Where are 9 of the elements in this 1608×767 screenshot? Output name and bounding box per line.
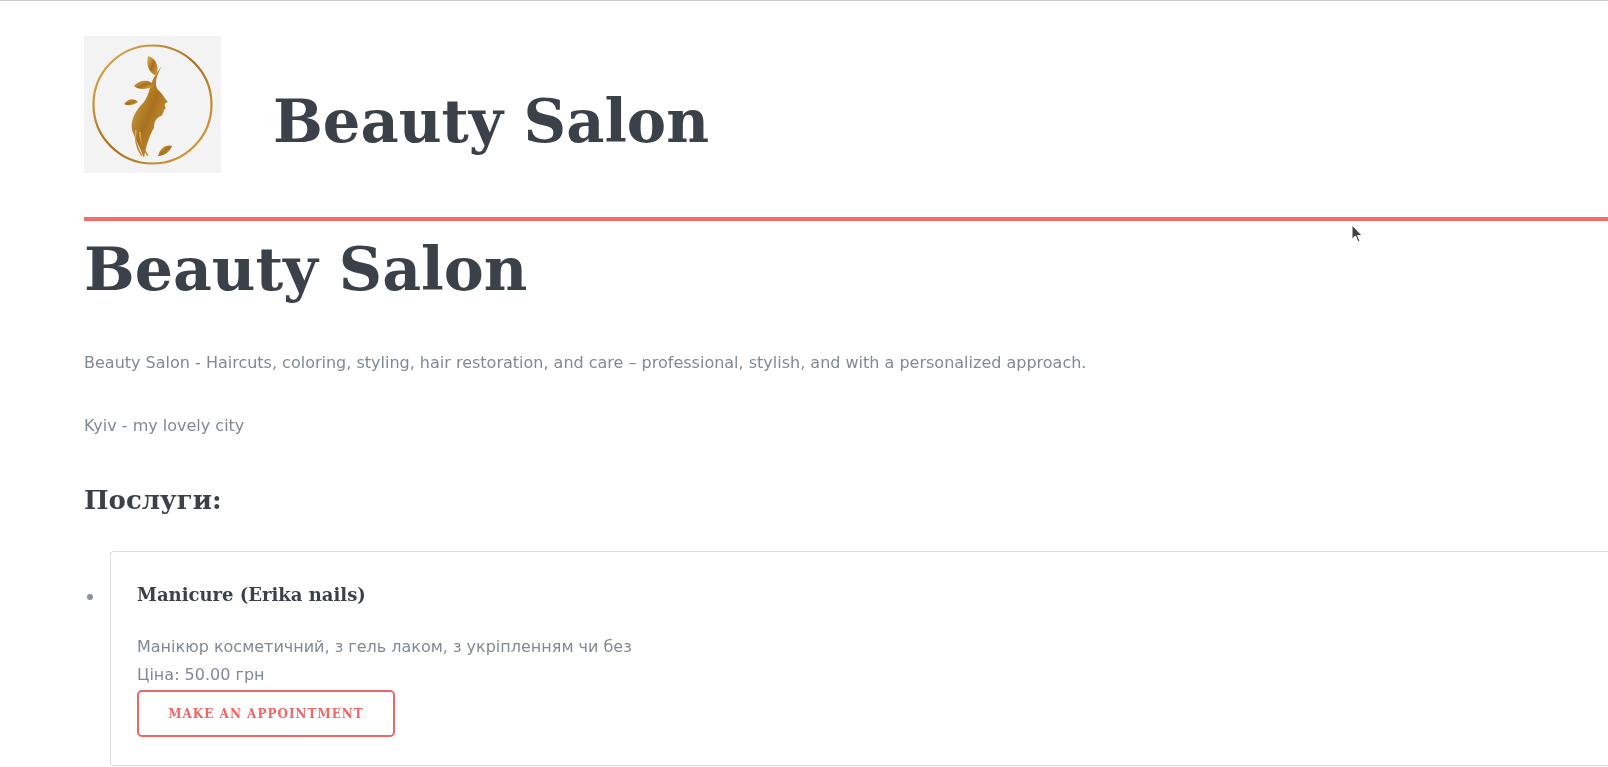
intro-paragraph: Beauty Salon - Haircuts, coloring, styling, hair restoration, and care – professional, stylish, and with a personalized approach. [84, 352, 1087, 374]
page-title: Beauty Salon [84, 233, 528, 305]
service-title: Manicure (Erika nails) [137, 583, 366, 607]
services-heading: Послуги: [84, 484, 222, 517]
intro-paragraph: Kyiv - my lovely city [84, 415, 245, 437]
mouse-pointer-icon [1351, 224, 1363, 243]
service-price: Ціна: 50.00 грн [137, 664, 265, 686]
service-description: Манікюр косметичний, з гель лаком, з укріпленням чи без [137, 636, 632, 658]
site-title[interactable]: Beauty Salon [273, 86, 710, 158]
